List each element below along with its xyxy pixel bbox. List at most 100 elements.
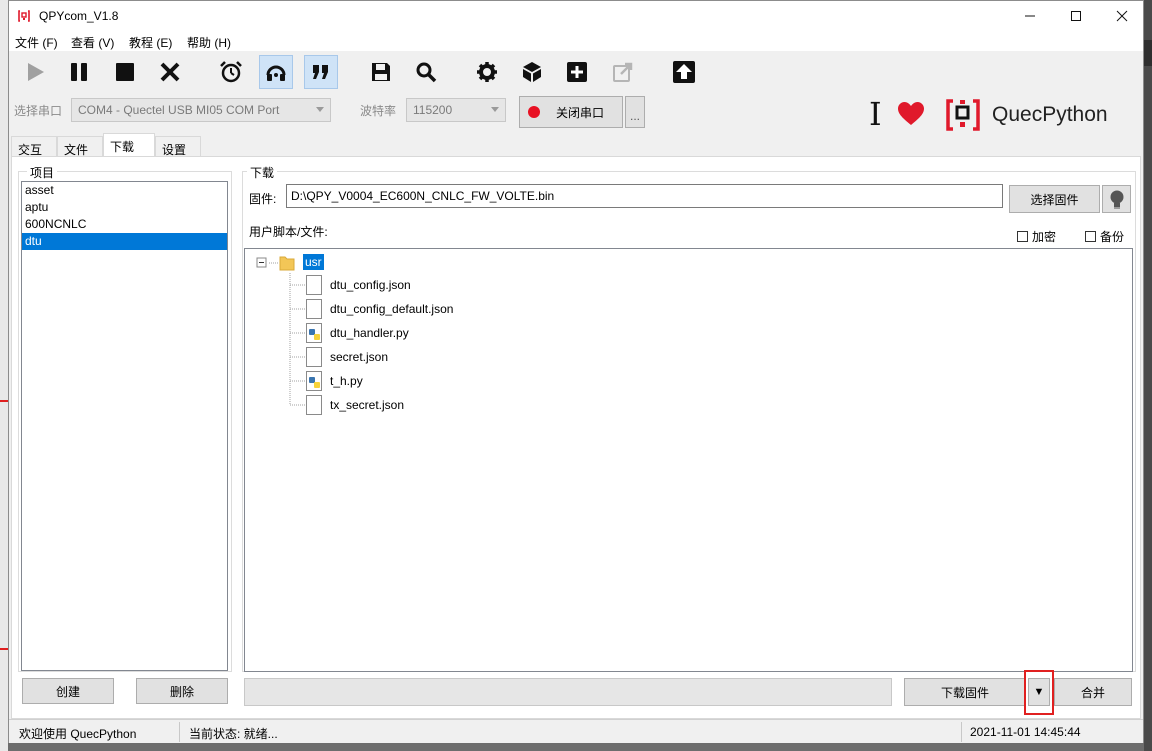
- checkbox-icon: [1017, 231, 1028, 242]
- project-list[interactable]: asset aptu 600NCNLC dtu: [21, 181, 228, 671]
- title-bar: QPYcom_V1.8: [9, 1, 1143, 31]
- backup-checkbox[interactable]: 备份: [1085, 228, 1124, 245]
- toolbar: [9, 51, 1143, 93]
- merge-button[interactable]: 合并: [1054, 678, 1132, 706]
- app-window: QPYcom_V1.8 文件 (F) 查看 (V) 教程 (E) 帮助 (H): [8, 0, 1144, 743]
- app-logo-icon: [18, 10, 30, 22]
- minimize-button[interactable]: [1007, 1, 1053, 31]
- headset-icon: [266, 65, 286, 81]
- brand-name: QuecPython: [992, 103, 1108, 126]
- tab-download[interactable]: 下载: [103, 133, 155, 157]
- menu-bar: 文件 (F) 查看 (V) 教程 (E) 帮助 (H): [9, 31, 1143, 51]
- port-more-button[interactable]: ...: [625, 96, 645, 128]
- close-window-button[interactable]: [1099, 1, 1145, 31]
- file-name: dtu_config.json: [330, 278, 411, 292]
- cube-icon: [523, 62, 541, 82]
- download-firmware-button[interactable]: 下载固件: [904, 678, 1026, 706]
- save-button[interactable]: [364, 55, 398, 89]
- close-port-label: 关闭串口: [556, 105, 605, 120]
- pause-button[interactable]: [62, 55, 96, 89]
- tab-interactive[interactable]: 交互: [11, 136, 57, 157]
- run-button[interactable]: [18, 55, 52, 89]
- search-button[interactable]: [409, 55, 443, 89]
- quecpython-logo-icon: [946, 99, 980, 131]
- download-tab-panel: 项目 asset aptu 600NCNLC dtu 创建 删除 下载 固件: …: [11, 156, 1141, 719]
- open-external-button[interactable]: [606, 55, 640, 89]
- stop-icon: [116, 63, 134, 81]
- upload-button[interactable]: [667, 55, 701, 89]
- encrypt-label: 加密: [1032, 230, 1057, 244]
- tree-file[interactable]: tx_secret.json: [306, 395, 404, 415]
- python-file-icon: [306, 371, 322, 391]
- tree-file[interactable]: secret.json: [306, 347, 388, 367]
- list-item[interactable]: aptu: [22, 199, 227, 216]
- tree-file[interactable]: dtu_handler.py: [306, 323, 409, 343]
- script-file-tree[interactable]: usr dtu_config.json dtu_config_default.j…: [244, 248, 1133, 672]
- save-icon: [372, 63, 390, 81]
- menu-view[interactable]: 查看 (V): [71, 34, 114, 51]
- choose-firmware-button[interactable]: 选择固件: [1009, 185, 1100, 213]
- close-x-icon: [160, 62, 180, 82]
- add-plus-icon: [567, 62, 587, 82]
- baud-select[interactable]: 115200: [406, 98, 506, 122]
- quote-icon: [313, 65, 328, 79]
- download-progress-bar: [244, 678, 892, 706]
- maximize-icon: [1071, 11, 1081, 21]
- firmware-path-field[interactable]: D:\QPY_V0004_EC600N_CNLC_FW_VOLTE.bin: [286, 184, 1003, 208]
- port-select-value: COM4 - Quectel USB MI05 COM Port: [78, 103, 280, 117]
- delete-project-button[interactable]: 删除: [136, 678, 228, 704]
- hint-button[interactable]: [1102, 185, 1131, 213]
- create-project-button[interactable]: 创建: [22, 678, 114, 704]
- list-item-selected[interactable]: dtu: [22, 233, 227, 250]
- encrypt-checkbox[interactable]: 加密: [1017, 228, 1056, 245]
- menu-tutorial[interactable]: 教程 (E): [129, 34, 172, 51]
- menu-file[interactable]: 文件 (F): [15, 34, 58, 51]
- status-divider: [179, 722, 180, 742]
- add-button[interactable]: [560, 55, 594, 89]
- listen-button[interactable]: [259, 55, 293, 89]
- status-divider: [961, 722, 962, 742]
- folder-name: usr: [303, 254, 324, 270]
- file-name: tx_secret.json: [330, 398, 405, 412]
- timer-button[interactable]: [214, 55, 248, 89]
- kill-button[interactable]: [153, 55, 187, 89]
- desktop-right-edge: [1144, 0, 1152, 751]
- tree-folder-usr[interactable]: usr: [279, 252, 324, 272]
- file-name: dtu_config_default.json: [330, 302, 454, 316]
- tab-files[interactable]: 文件: [57, 136, 103, 157]
- list-item[interactable]: asset: [22, 182, 227, 199]
- python-file-icon: [306, 323, 322, 343]
- status-state: 当前状态: 就绪...: [189, 727, 278, 741]
- file-icon: [306, 275, 322, 295]
- package-button[interactable]: [515, 55, 549, 89]
- file-icon: [306, 347, 322, 367]
- status-datetime: 2021-11-01 14:45:44: [970, 725, 1081, 739]
- file-name: dtu_handler.py: [330, 326, 409, 340]
- port-select[interactable]: COM4 - Quectel USB MI05 COM Port: [71, 98, 331, 122]
- port-label: 选择串口: [14, 104, 63, 118]
- scripts-label: 用户脚本/文件:: [249, 225, 328, 239]
- external-link-icon: [613, 62, 633, 82]
- stop-button[interactable]: [108, 55, 142, 89]
- desktop-left-edge: [0, 0, 8, 751]
- window-title: QPYcom_V1.8: [39, 9, 119, 23]
- settings-button[interactable]: [470, 55, 504, 89]
- tree-file[interactable]: dtu_config.json: [306, 275, 411, 295]
- file-name: secret.json: [330, 350, 389, 364]
- chevron-down-icon: [316, 107, 324, 112]
- list-item[interactable]: 600NCNLC: [22, 216, 227, 233]
- heart-icon: [898, 102, 924, 125]
- file-icon: [306, 299, 322, 319]
- brand-area: I QuecPython: [869, 97, 1129, 133]
- close-port-button[interactable]: 关闭串口: [519, 96, 623, 128]
- upload-arrow-icon: [673, 61, 695, 83]
- dropdown-highlight-marker: [1024, 670, 1054, 715]
- close-icon: [1116, 10, 1128, 22]
- tree-file[interactable]: t_h.py: [306, 371, 363, 391]
- menu-help[interactable]: 帮助 (H): [187, 34, 231, 51]
- tree-file[interactable]: dtu_config_default.json: [306, 299, 453, 319]
- format-button[interactable]: [304, 55, 338, 89]
- firmware-label: 固件:: [249, 192, 277, 206]
- tab-settings[interactable]: 设置: [155, 136, 201, 157]
- maximize-button[interactable]: [1053, 1, 1099, 31]
